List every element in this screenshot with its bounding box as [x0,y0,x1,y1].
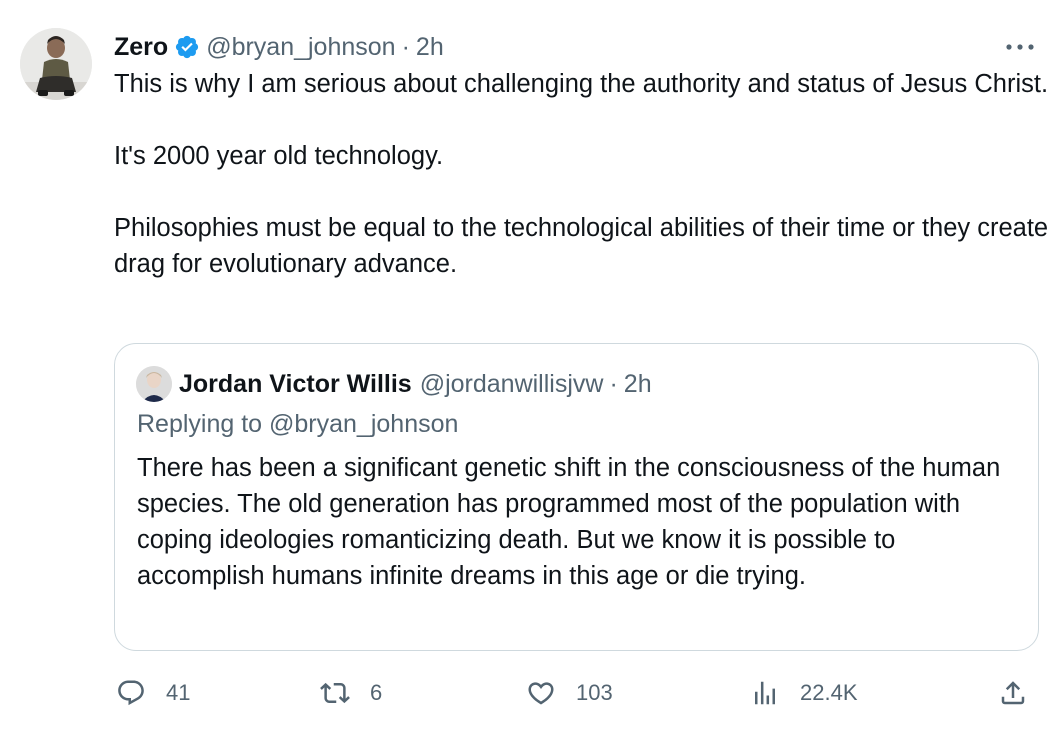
reply-button[interactable]: 41 [116,672,190,714]
views-button[interactable]: 22.4K [750,672,858,714]
tweet-timestamp[interactable]: 2h [416,33,444,62]
quoted-author-handle: @jordanwillisjvw [419,369,604,398]
author-name[interactable]: Zero [114,33,168,62]
views-count: 22.4K [800,680,858,705]
reply-count: 41 [166,680,191,705]
analytics-icon [755,681,775,705]
tweet[interactable]: Zero @bryan_johnson · 2h This is why I a… [0,0,1060,730]
author-handle[interactable]: @bryan_johnson [206,33,395,62]
heart-icon [528,682,554,705]
retweet-button[interactable]: 6 [320,672,382,714]
tweet-text: This is why I am serious about challengi… [114,70,1049,278]
author-avatar[interactable] [20,28,92,100]
like-count: 103 [576,680,613,705]
more-options-button[interactable] [1000,30,1040,64]
share-icon [1001,681,1025,705]
separator-dot: · [401,32,410,61]
separator-dot: · [609,369,618,398]
retweet-count: 6 [370,680,383,705]
retweet-icon [320,682,350,704]
quoted-tweet-text: There has been a significant genetic shi… [137,454,1008,590]
more-horizontal-icon [1006,44,1034,50]
quoted-tweet-card[interactable]: Jordan Victor Willis @jordanwillisjvw · … [114,343,1039,651]
like-button[interactable]: 103 [526,672,613,714]
quoted-tweet-timestamp: 2h [623,369,652,398]
quoted-tweet-header: Jordan Victor Willis @jordanwillisjvw · … [179,366,652,402]
verified-badge-icon [174,34,200,60]
replying-to-label: Replying to @bryan_johnson [137,410,459,438]
tweet-actions-bar: 41 6 103 22.4K [114,672,1039,714]
tweet-header: Zero @bryan_johnson · 2h [114,30,444,64]
quoted-author-name: Jordan Victor Willis [179,369,412,398]
quoted-author-avatar [136,366,172,402]
reply-icon [118,680,144,706]
share-button[interactable] [998,672,1028,714]
